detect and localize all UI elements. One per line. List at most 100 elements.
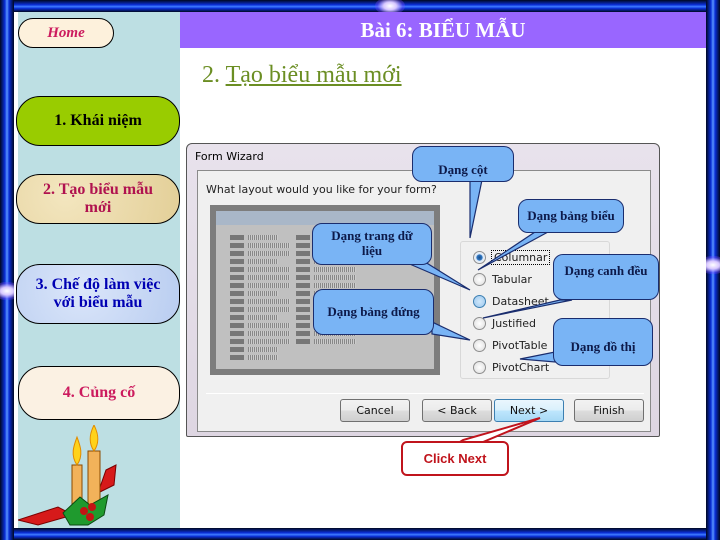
- preview-row-label-bar: [296, 315, 310, 320]
- radio-icon[interactable]: [473, 338, 486, 352]
- preview-row-value-bar: [248, 291, 278, 296]
- callout-text: Dạng trang dữ liệu: [331, 228, 413, 258]
- dialog-divider: [206, 393, 644, 394]
- preview-row-label-bar: [230, 331, 244, 336]
- preview-row-value-bar: [248, 235, 278, 240]
- preview-row-value-bar: [314, 267, 356, 272]
- preview-row-value-bar: [248, 251, 290, 256]
- frame-top-border: [0, 0, 720, 12]
- finish-button-label: Finish: [593, 404, 625, 417]
- ribbon-shape: [97, 464, 117, 494]
- preview-row-value-bar: [314, 339, 356, 344]
- finish-button[interactable]: Finish: [574, 399, 644, 422]
- option-tabular[interactable]: Tabular: [473, 270, 532, 288]
- option-label: PivotChart: [492, 360, 550, 374]
- callout-text: Dạng cột: [438, 161, 488, 177]
- preview-row-value-bar: [314, 275, 356, 280]
- callout-pivottable: Dạng bảng đứng: [313, 289, 434, 335]
- holly-berry: [86, 513, 94, 521]
- sidebar-item-label: 3. Chế độ làm việc với biểu mẫu: [35, 276, 161, 311]
- flame-shape: [72, 435, 82, 466]
- preview-row-label-bar: [230, 235, 244, 240]
- radio-icon[interactable]: [473, 360, 486, 374]
- preview-row-value-bar: [248, 355, 278, 360]
- back-button[interactable]: < Back: [422, 399, 492, 422]
- callout-click-next: Click Next: [401, 441, 509, 476]
- preview-row-label-bar: [230, 315, 244, 320]
- preview-row-label-bar: [296, 251, 310, 256]
- option-pivotchart[interactable]: PivotChart: [473, 358, 549, 376]
- cancel-button[interactable]: Cancel: [340, 399, 410, 422]
- home-button-label: Home: [47, 24, 85, 41]
- preview-row-label-bar: [230, 259, 244, 264]
- sidebar-item-tao-bieu-mau[interactable]: 2. Tạo biểu mẫu mới: [16, 174, 180, 224]
- preview-row-value-bar: [248, 339, 290, 344]
- sidebar-item-che-do-lam-viec[interactable]: 3. Chế độ làm việc với biểu mẫu: [16, 264, 180, 324]
- page-title-number: 2.: [202, 62, 220, 88]
- candles-illustration: [18, 425, 117, 526]
- holly-berry: [88, 503, 96, 511]
- option-pivottable[interactable]: PivotTable: [473, 336, 547, 354]
- preview-row-value-bar: [248, 323, 290, 328]
- radio-icon[interactable]: [473, 272, 486, 286]
- preview-row-label-bar: [296, 299, 310, 304]
- sidebar-item-label: 2. Tạo biểu mẫu mới: [43, 181, 153, 216]
- cancel-button-label: Cancel: [356, 404, 394, 417]
- preview-row-label-bar: [296, 259, 310, 264]
- sidebar-item-khai-niem[interactable]: 1. Khái niệm: [16, 96, 180, 146]
- page-title-text: Tạo biểu mẫu mới: [225, 62, 402, 88]
- option-justified[interactable]: Justified: [473, 314, 536, 332]
- option-label: Columnar: [490, 249, 551, 265]
- preview-row-label-bar: [296, 267, 310, 272]
- flame-shape: [89, 425, 99, 452]
- radio-icon[interactable]: [473, 294, 486, 308]
- preview-row-value-bar: [248, 267, 290, 272]
- preview-row-label-bar: [296, 291, 310, 296]
- preview-row-label-bar: [230, 307, 244, 312]
- preview-row-value-bar: [248, 315, 278, 320]
- dialog-question: What layout would you like for your form…: [206, 183, 437, 196]
- preview-row-label-bar: [296, 331, 310, 336]
- callout-text: Dạng bảng đứng: [327, 303, 420, 319]
- frame-bottom-border: [0, 528, 720, 540]
- callout-tabular: Dạng bảng biểu: [518, 199, 624, 233]
- preview-row-label-bar: [230, 323, 244, 328]
- home-button[interactable]: Home: [18, 18, 114, 48]
- preview-row-label-bar: [230, 283, 244, 288]
- radio-checked-icon[interactable]: [473, 250, 486, 264]
- callout-pivotchart: Dạng đồ thị: [553, 318, 653, 366]
- preview-row-value-bar: [314, 283, 356, 288]
- preview-row-label-bar: [296, 283, 310, 288]
- slide-header: Bài 6: BIỂU MẪU: [180, 12, 706, 48]
- next-button[interactable]: Next >: [494, 399, 564, 422]
- preview-row-label-bar: [296, 235, 310, 240]
- callout-text: Dạng đồ thị: [570, 338, 636, 354]
- preview-row-label-bar: [296, 323, 310, 328]
- option-columnar[interactable]: Columnar: [473, 248, 551, 266]
- preview-row-label-bar: [296, 339, 310, 344]
- preview-row-label-bar: [230, 251, 244, 256]
- preview-row-label-bar: [230, 243, 244, 248]
- header-title: Bài 6: BIỂU MẪU: [360, 17, 526, 42]
- preview-row-value-bar: [248, 331, 290, 336]
- radio-icon[interactable]: [473, 316, 486, 330]
- callout-text: Click Next: [423, 451, 487, 466]
- preview-row-value-bar: [248, 275, 290, 280]
- frame-left-border: [0, 0, 14, 540]
- sidebar-item-cung-co[interactable]: 4. Củng cố: [18, 366, 180, 420]
- holly-berry: [80, 507, 88, 515]
- callout-datasheet: Dạng trang dữ liệu: [312, 223, 432, 265]
- option-label: Datasheet: [492, 294, 549, 308]
- callout-columnar: Dạng cột: [412, 146, 514, 182]
- preview-row-label-bar: [296, 307, 310, 312]
- callout-text: Dạng canh đều: [564, 262, 648, 278]
- preview-row-label-bar: [230, 275, 244, 280]
- dialog-title: Form Wizard: [195, 150, 264, 163]
- preview-row-label-bar: [230, 347, 244, 352]
- preview-row-label-bar: [230, 355, 244, 360]
- preview-row-label-bar: [230, 291, 244, 296]
- option-datasheet[interactable]: Datasheet: [473, 292, 549, 310]
- preview-row-value-bar: [248, 243, 290, 248]
- preview-row-label-bar: [230, 267, 244, 272]
- preview-row-value-bar: [248, 299, 290, 304]
